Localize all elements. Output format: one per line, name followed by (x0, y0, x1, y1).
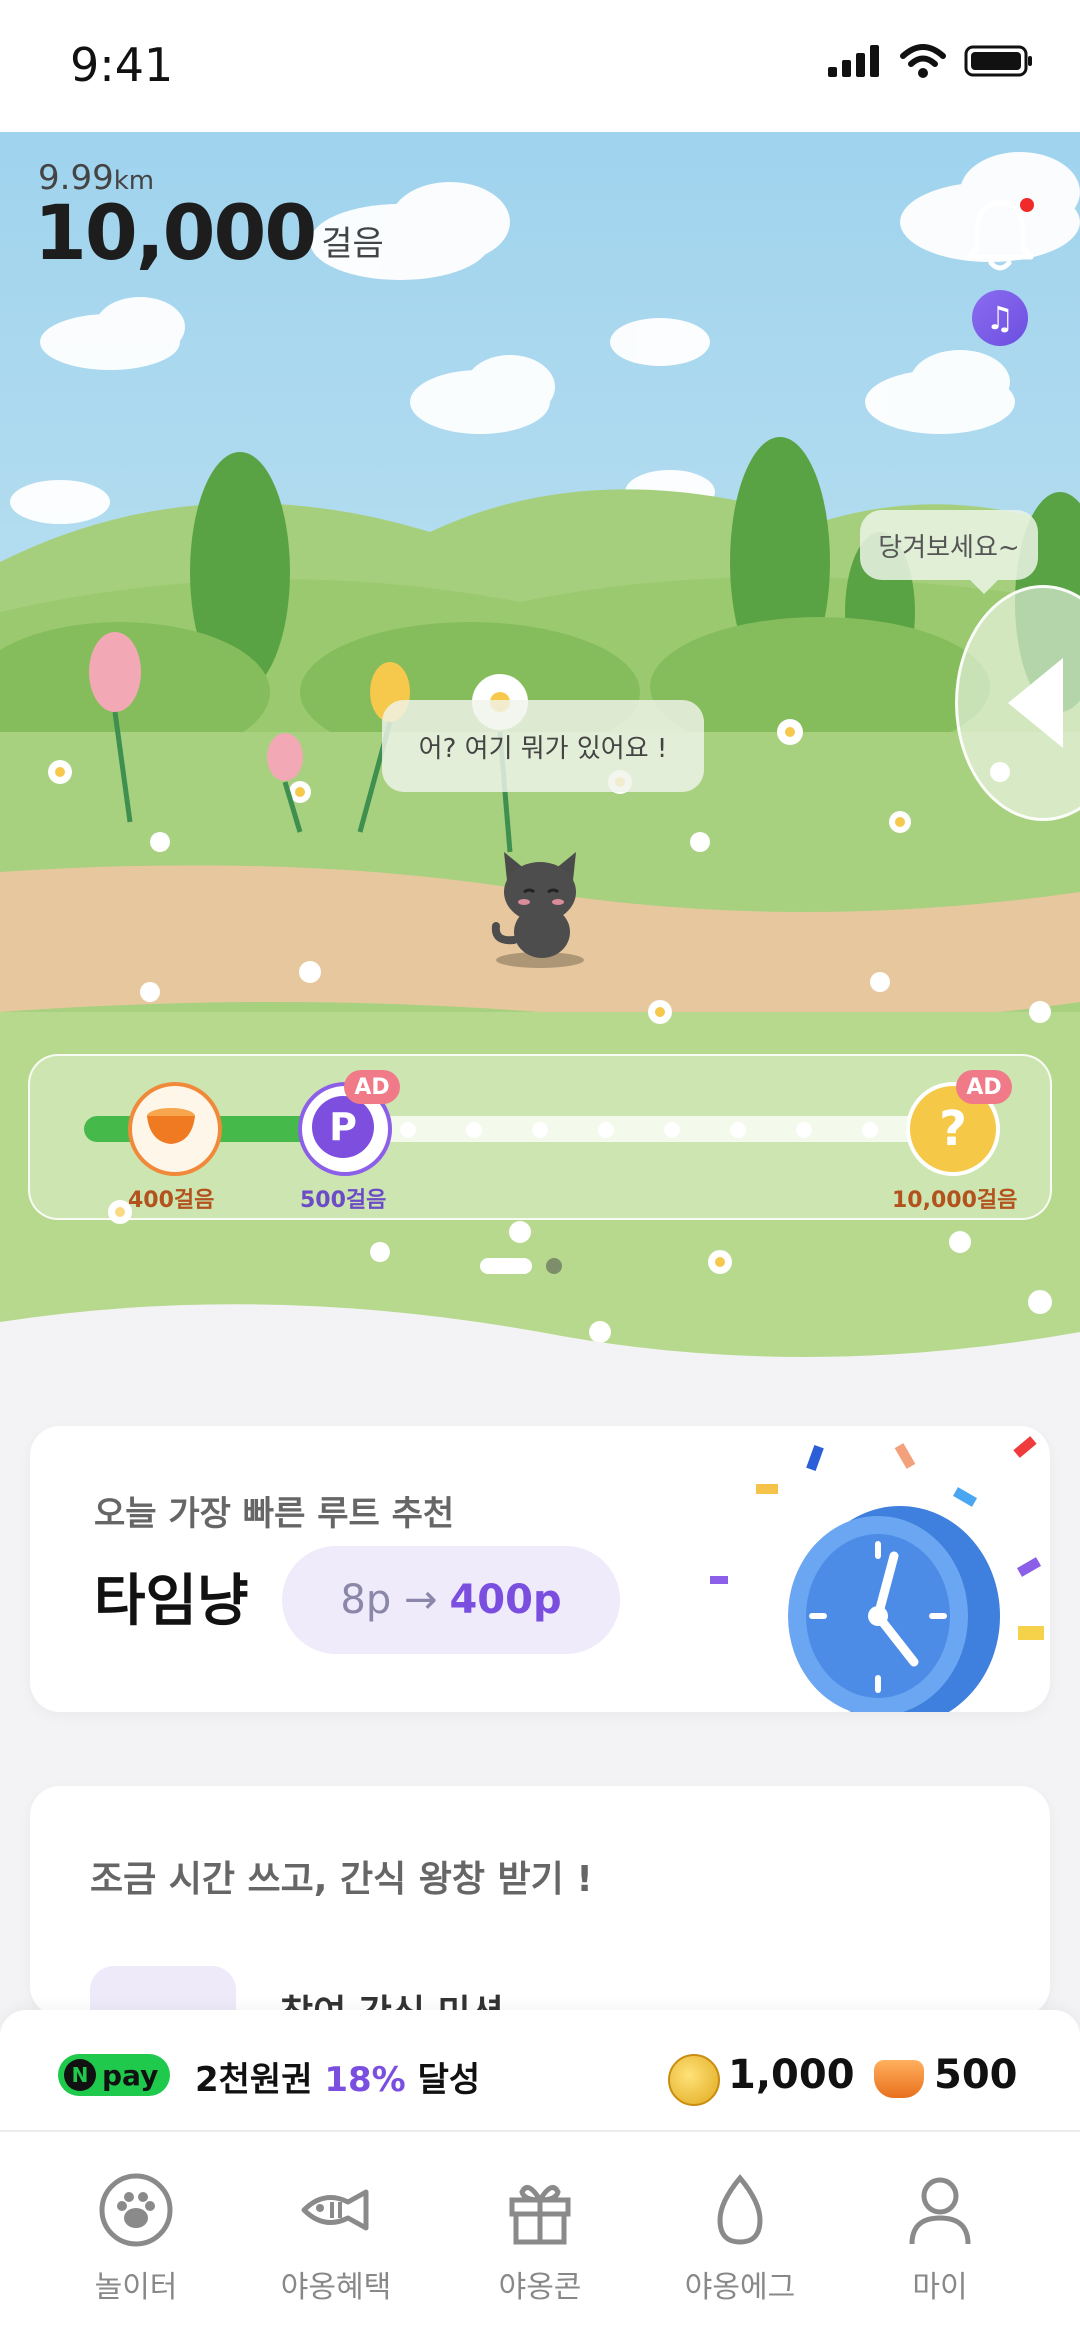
milestone-label: 10,000걸음 (892, 1188, 1018, 1213)
page-indicator (480, 1258, 562, 1274)
npay-promo[interactable]: 2천원권 18% 달성 (195, 2052, 480, 2101)
promo-percent: 18% (324, 2060, 406, 2100)
gift-icon (509, 2185, 571, 2245)
tab-label: 야옹혜택 (280, 2270, 392, 2305)
tab-my[interactable]: 마이 (860, 2172, 1020, 2306)
progress-dot (466, 1122, 482, 1138)
milestone-label: 400걸음 (128, 1188, 215, 1213)
page-dot-active[interactable] (480, 1258, 532, 1274)
arrow-left-icon (1008, 658, 1063, 748)
tab-label: 놀이터 (94, 2270, 178, 2305)
tab-label: 야옹에그 (684, 2270, 796, 2305)
coin-balance[interactable]: 1,000 (728, 2052, 855, 2098)
tab-coupons[interactable]: 야옹콘 (460, 2172, 620, 2306)
reward-to: 400p (449, 1577, 562, 1623)
ad-badge: AD (956, 1070, 1012, 1104)
promo-prefix: 2천원권 (195, 2060, 313, 2100)
npay-text: pay (102, 2058, 159, 2092)
step-count-value: 10,000 (34, 188, 317, 277)
progress-dot (730, 1122, 746, 1138)
clock-icon (710, 1436, 1044, 1712)
person-icon (909, 2177, 971, 2245)
point-icon: P (312, 1096, 374, 1158)
fish-icon (301, 2189, 369, 2231)
egg-icon (717, 2174, 763, 2245)
wifi-icon (900, 44, 946, 78)
status-time: 9:41 (70, 38, 174, 92)
step-count-unit: 걸음 (321, 224, 384, 264)
snack-card-subtitle: 조금 시간 쓰고, 간식 왕창 받기 ! (90, 1859, 593, 1900)
coin-icon (668, 2054, 720, 2106)
paw-icon (99, 2173, 173, 2247)
step-reward-progress: 400걸음 P AD 500걸음 ? AD 10,000걸음 (28, 1054, 1052, 1220)
npay-mark: N (64, 2059, 96, 2091)
tab-playground[interactable]: 놀이터 (56, 2172, 216, 2306)
music-note-icon: ♫ (985, 299, 1015, 337)
point-summary-bar: N pay 2천원권 18% 달성 1,000 500 (0, 2010, 1080, 2130)
route-card-title: 타임냥 (94, 1569, 249, 1634)
milestone-label: 500걸음 (300, 1188, 387, 1213)
route-recommend-card[interactable]: 오늘 가장 빠른 루트 추천 타임냥 8p → 400p (30, 1426, 1050, 1712)
snack-mission-card[interactable]: 조금 시간 쓰고, 간식 왕창 받기 ! 참여 간식 미션 (30, 1786, 1050, 2016)
progress-dot (598, 1122, 614, 1138)
reward-pill: 8p → 400p (282, 1546, 620, 1654)
music-button[interactable]: ♫ (972, 290, 1028, 346)
reward-from: 8p → (340, 1577, 438, 1623)
progress-dot (532, 1122, 548, 1138)
ad-badge: AD (344, 1070, 400, 1104)
progress-dot (862, 1122, 878, 1138)
status-bar: 9:41 (0, 0, 1080, 132)
bowl-icon (874, 2060, 924, 2098)
hero-scene: 9.99km 10,000 걸음 ♫ 당겨보세요~ 어? 여기 뭐가 있어요 ! (0, 132, 1080, 1372)
bottom-tab-bar: 놀이터 야옹혜택 야옹콘 야옹에그 마이 (0, 2130, 1080, 2342)
bell-icon[interactable] (965, 195, 1035, 275)
cat-speech-bubble: 어? 여기 뭐가 있어요 ! (382, 700, 704, 792)
progress-dot (796, 1122, 812, 1138)
milestone-bowl[interactable] (128, 1082, 222, 1176)
bowl-icon (147, 1108, 195, 1144)
npay-logo[interactable]: N pay (58, 2054, 170, 2096)
tab-label: 야옹콘 (498, 2270, 582, 2305)
tab-label: 마이 (912, 2270, 968, 2305)
signal-icon (828, 45, 879, 77)
status-icons (828, 44, 1034, 78)
cat-character[interactable] (490, 830, 590, 970)
promo-suffix: 달성 (417, 2060, 481, 2100)
pull-hint-bubble: 당겨보세요~ (860, 510, 1038, 594)
progress-dot (400, 1122, 416, 1138)
battery-icon (964, 45, 1032, 77)
bowl-balance[interactable]: 500 (934, 2052, 1018, 2098)
mission-thumbnail (90, 1966, 236, 2016)
page-dot[interactable] (546, 1258, 562, 1274)
tab-benefits[interactable]: 야옹혜택 (256, 2172, 416, 2306)
route-card-subtitle: 오늘 가장 빠른 루트 추천 (94, 1494, 455, 1534)
tab-egg[interactable]: 야옹에그 (660, 2172, 820, 2306)
progress-dot (664, 1122, 680, 1138)
step-count: 10,000 걸음 (34, 195, 384, 271)
